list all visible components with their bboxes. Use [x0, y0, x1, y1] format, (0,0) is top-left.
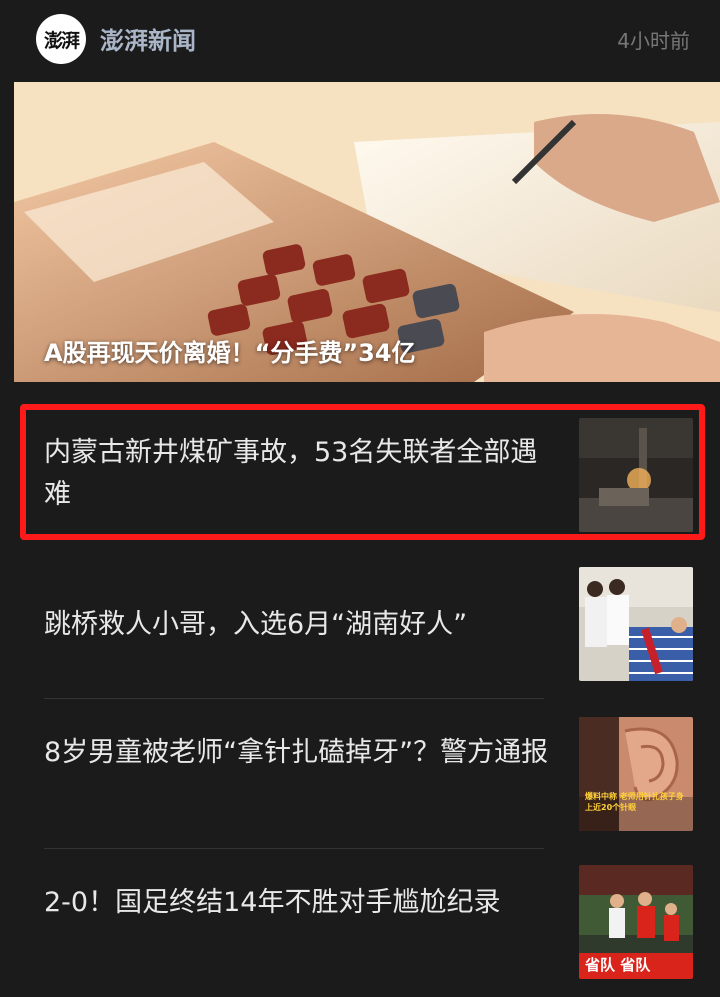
news-title[interactable]: 跳桥救人小哥，入选6月“湖南好人”: [44, 604, 554, 646]
thumbnail-caption: 省队 省队: [585, 956, 651, 974]
thumbnail-caption: 爆料中称 老师用针扎孩子身上近20个针眼: [585, 792, 684, 812]
hero-card[interactable]: A股再现天价离婚！“分手费”34亿: [14, 82, 720, 382]
list-item[interactable]: 8岁男童被老师“拿针扎磕掉牙”？警方通报 爆料中称 老师用针扎孩子身上近20个针…: [0, 705, 720, 835]
ear-closeup-thumbnail[interactable]: 爆料中称 老师用针扎孩子身上近20个针眼: [579, 717, 693, 831]
article-header: 澎湃 澎湃新闻 4小时前: [0, 0, 720, 82]
highlight-frame: [20, 404, 705, 540]
hospital-visit-thumbnail[interactable]: [579, 567, 693, 681]
divider: [44, 848, 544, 849]
news-title[interactable]: 8岁男童被老师“拿针扎磕掉牙”？警方通报: [44, 732, 554, 774]
list-item[interactable]: 跳桥救人小哥，入选6月“湖南好人”: [0, 555, 720, 685]
news-title[interactable]: 2-0！国足终结14年不胜对手尴尬纪录: [44, 882, 554, 924]
publisher-logo[interactable]: 澎湃: [36, 14, 86, 64]
divider: [44, 698, 544, 699]
timestamp: 4小时前: [617, 29, 690, 53]
publisher-name[interactable]: 澎湃新闻: [100, 21, 196, 56]
list-item[interactable]: 2-0！国足终结14年不胜对手尴尬纪录 省队 省队: [0, 855, 720, 985]
football-match-thumbnail[interactable]: 省队 省队: [579, 865, 693, 979]
hero-title[interactable]: A股再现天价离婚！“分手费”34亿: [44, 333, 416, 368]
